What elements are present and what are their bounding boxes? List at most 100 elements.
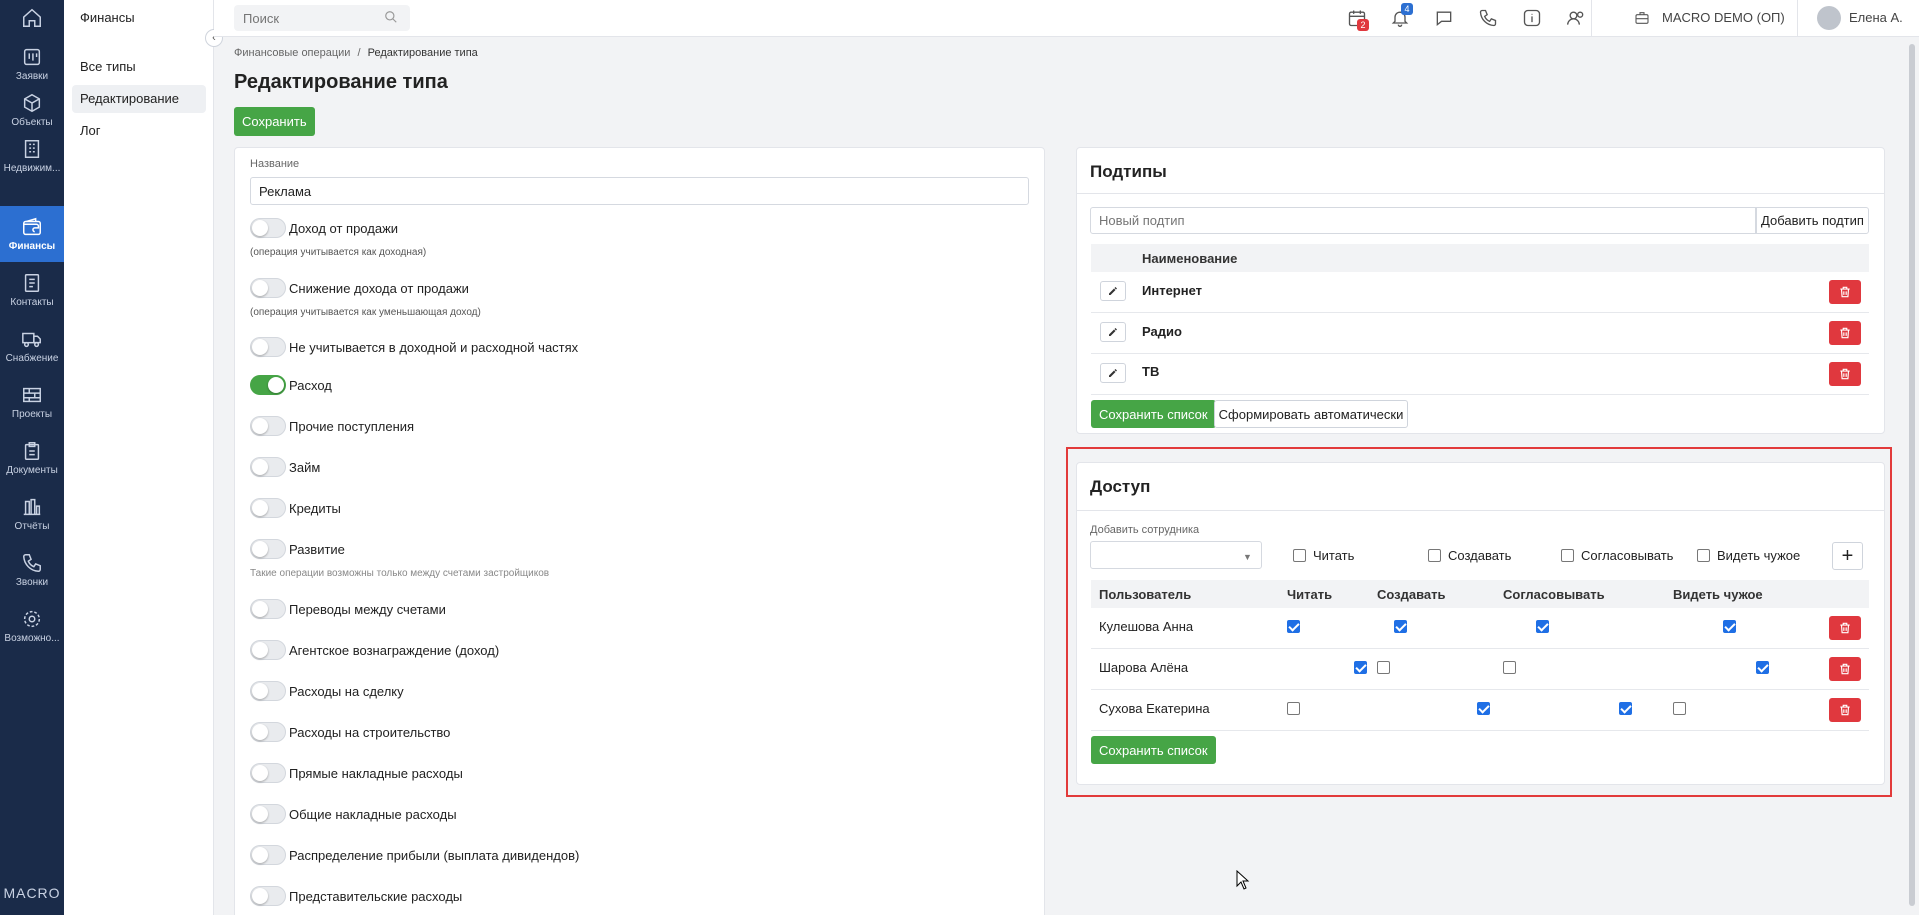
- toggle-representation[interactable]: [250, 886, 286, 906]
- name-field[interactable]: [250, 177, 1029, 205]
- employee-select[interactable]: [1090, 541, 1262, 569]
- user-menu[interactable]: Елена А.: [1849, 10, 1903, 25]
- nav-item-documents[interactable]: Документы: [0, 430, 64, 486]
- search-icon[interactable]: [384, 10, 398, 24]
- perm-checkbox[interactable]: [1287, 620, 1300, 633]
- toggle-general-overhead[interactable]: [250, 804, 286, 824]
- checkbox[interactable]: [1293, 549, 1306, 562]
- home-icon: [23, 8, 41, 27]
- top-bar: 2 4 MACRO DEMO (ОП) Елена А.: [214, 0, 1919, 37]
- avatar[interactable]: [1817, 6, 1841, 30]
- perm-checkbox[interactable]: [1756, 661, 1770, 674]
- toggle-direct-overhead[interactable]: [250, 763, 286, 783]
- phone-icon: [1479, 9, 1497, 27]
- nav-label: Документы: [6, 465, 58, 476]
- delete-subtype-button[interactable]: [1829, 280, 1861, 304]
- delete-access-button[interactable]: [1829, 616, 1861, 640]
- delete-access-button[interactable]: [1829, 698, 1861, 722]
- nav-label: Отчёты: [14, 521, 50, 532]
- building-icon: [24, 140, 40, 158]
- company-switcher[interactable]: MACRO DEMO (ОП): [1662, 10, 1785, 25]
- toggle-credits[interactable]: [250, 498, 286, 518]
- perm-checkbox[interactable]: [1673, 702, 1686, 715]
- toggle-not-counted[interactable]: [250, 337, 286, 357]
- add-subtype-button[interactable]: Добавить подтип: [1756, 207, 1869, 234]
- perm-checkbox[interactable]: [1722, 620, 1736, 633]
- table-row: [1091, 354, 1869, 395]
- toggle-expense[interactable]: [250, 375, 286, 395]
- user-name: Кулешова Анна: [1099, 619, 1194, 634]
- notifications-button[interactable]: 4: [1390, 3, 1413, 28]
- delete-subtype-button[interactable]: [1829, 321, 1861, 345]
- nav-item-reports[interactable]: Отчёты: [0, 486, 64, 542]
- toggle-label: Кредиты: [289, 501, 341, 516]
- new-subtype-input[interactable]: [1090, 207, 1756, 234]
- edit-subtype-button[interactable]: [1100, 322, 1126, 342]
- perm-checkbox[interactable]: [1377, 661, 1390, 674]
- perm-checkbox[interactable]: [1619, 702, 1633, 715]
- nav-item-finance[interactable]: Финансы: [0, 206, 64, 262]
- chat-button[interactable]: [1434, 8, 1454, 28]
- toggle-dividends[interactable]: [250, 845, 286, 865]
- delete-access-button[interactable]: [1829, 657, 1861, 681]
- perm-checkbox[interactable]: [1287, 702, 1300, 715]
- toggle-label: Доход от продажи: [289, 221, 399, 236]
- toggle-knob: [252, 601, 268, 617]
- page-scrollbar[interactable]: [1909, 44, 1915, 906]
- toggle-income-reduction[interactable]: [250, 278, 286, 298]
- nav-item-features[interactable]: Возможно...: [0, 598, 64, 654]
- toggle-label: Прочие поступления: [289, 419, 415, 434]
- column-header: Наименование: [1142, 251, 1238, 266]
- toggle-knob: [252, 220, 268, 236]
- perm-see-others-checkbox[interactable]: Видеть чужое: [1697, 548, 1800, 563]
- sidebar-item-edit[interactable]: Редактирование: [72, 85, 206, 113]
- toggle-loan[interactable]: [250, 457, 286, 477]
- home-button[interactable]: [0, 0, 64, 36]
- save-access-button[interactable]: Сохранить список: [1091, 736, 1216, 764]
- perm-checkbox[interactable]: [1476, 702, 1490, 715]
- perm-approve-checkbox[interactable]: Согласовывать: [1561, 548, 1673, 563]
- calendar-button[interactable]: 2: [1347, 8, 1369, 31]
- nav-item-projects[interactable]: Проекты: [0, 374, 64, 430]
- toggle-hint: (операция учитывается как уменьшающая до…: [250, 307, 481, 318]
- toggle-sales-income[interactable]: [250, 218, 286, 238]
- toggle-development[interactable]: [250, 539, 286, 559]
- edit-subtype-button[interactable]: [1100, 281, 1126, 301]
- toggle-label: Прямые накладные расходы: [289, 766, 463, 781]
- save-subtypes-button[interactable]: Сохранить список: [1091, 400, 1216, 428]
- perm-checkbox[interactable]: [1393, 620, 1407, 633]
- briefcase-icon: [1635, 12, 1649, 24]
- perm-checkbox[interactable]: [1353, 661, 1367, 674]
- nav-item-supply[interactable]: Снабжение: [0, 318, 64, 374]
- toggle-transfers[interactable]: [250, 599, 286, 619]
- edit-subtype-button[interactable]: [1100, 363, 1126, 383]
- nav-item-contacts[interactable]: Контакты: [0, 262, 64, 318]
- checkbox[interactable]: [1561, 549, 1574, 562]
- nav-item-calls[interactable]: Звонки: [0, 542, 64, 598]
- nav-item-realty[interactable]: Недвижим...: [0, 128, 64, 184]
- perm-checkbox[interactable]: [1536, 620, 1550, 633]
- user-name: Сухова Екатерина: [1099, 701, 1210, 716]
- toggle-agent-fee[interactable]: [250, 640, 286, 660]
- team-button[interactable]: [1566, 8, 1586, 28]
- toggle-label: Займ: [289, 460, 321, 475]
- access-title: Доступ: [1090, 477, 1151, 496]
- toggle-deal-expenses[interactable]: [250, 681, 286, 701]
- checkbox[interactable]: [1697, 549, 1710, 562]
- save-button[interactable]: Сохранить: [234, 107, 315, 136]
- toggle-other-income[interactable]: [250, 416, 286, 436]
- toggle-construction-expenses[interactable]: [250, 722, 286, 742]
- breadcrumb-parent-link[interactable]: Финансовые операции: [234, 47, 350, 59]
- bar-chart-icon: [23, 498, 41, 516]
- perm-create-checkbox[interactable]: Создавать: [1428, 548, 1511, 563]
- add-access-button[interactable]: +: [1832, 542, 1863, 570]
- checkbox[interactable]: [1428, 549, 1441, 562]
- info-button[interactable]: [1522, 8, 1542, 28]
- delete-subtype-button[interactable]: [1829, 362, 1861, 386]
- generate-subtypes-button[interactable]: Сформировать автоматически: [1214, 400, 1408, 428]
- sidebar-item-all-types[interactable]: Все типы: [72, 53, 206, 81]
- perm-read-checkbox[interactable]: Читать: [1293, 548, 1354, 563]
- sidebar-item-log[interactable]: Лог: [72, 117, 206, 145]
- perm-checkbox[interactable]: [1503, 661, 1516, 674]
- calls-button[interactable]: [1478, 8, 1498, 28]
